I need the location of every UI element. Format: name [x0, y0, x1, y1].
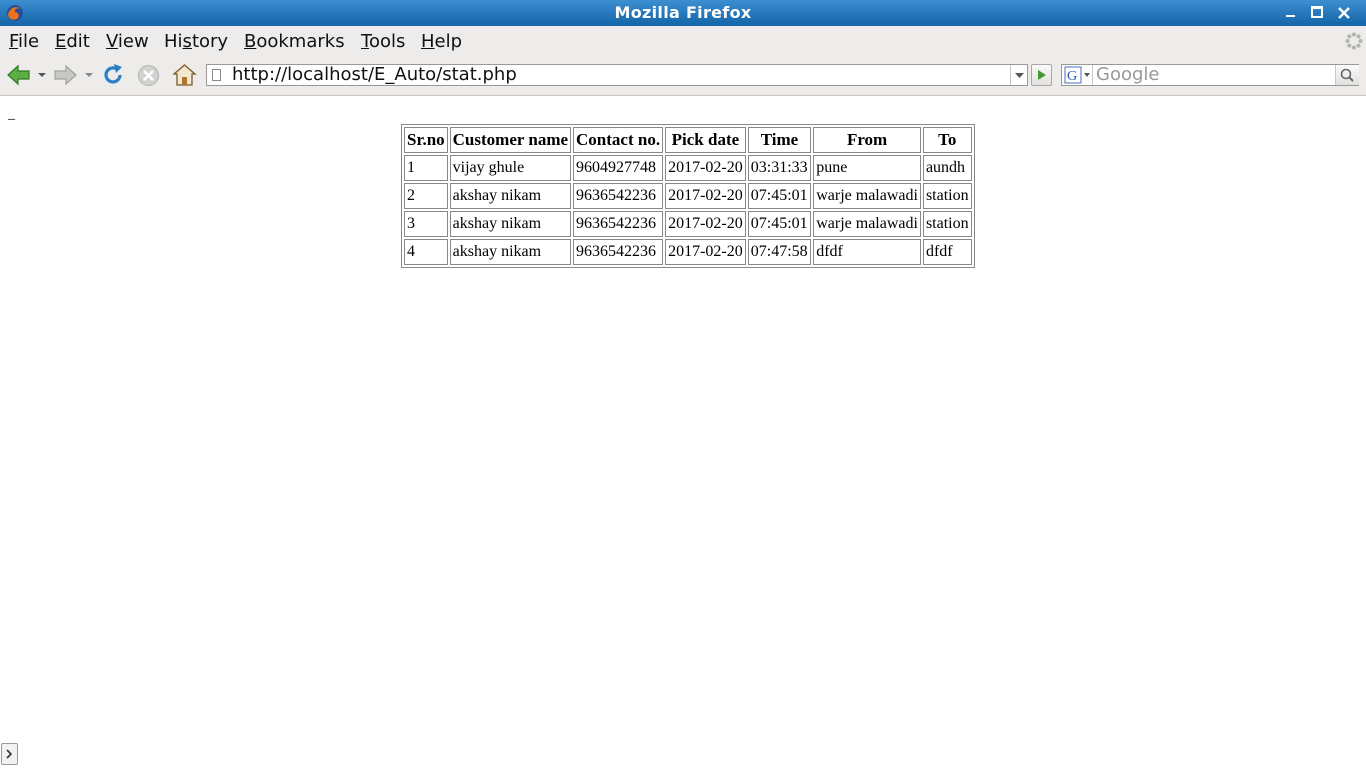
url-dropdown-button[interactable]: [1010, 65, 1028, 85]
home-icon[interactable]: [172, 63, 197, 87]
header-to: To: [922, 127, 972, 153]
cell-contact-no: 9636542236: [573, 239, 664, 265]
cell-customer-name: akshay nikam: [449, 183, 572, 209]
title-bar: Mozilla Firefox: [0, 0, 1366, 26]
cell-to: station: [922, 211, 972, 237]
cell-sr-no: 1: [404, 155, 448, 181]
svg-text:G: G: [1067, 69, 1077, 84]
menu-edit[interactable]: Edit: [55, 31, 90, 52]
cell-to: dfdf: [922, 239, 972, 265]
cell-time: 07:47:58: [747, 239, 812, 265]
menu-help[interactable]: Help: [421, 31, 462, 52]
page-icon: [212, 69, 221, 81]
forward-arrow-icon[interactable]: [52, 64, 78, 86]
menu-file[interactable]: File: [9, 31, 39, 52]
cell-sr-no: 4: [404, 239, 448, 265]
cell-from: dfdf: [813, 239, 921, 265]
cell-customer-name: vijay ghule: [449, 155, 572, 181]
cell-from: warje malawadi: [813, 183, 921, 209]
bookings-table: Sr.no Customer name Contact no. Pick dat…: [401, 124, 975, 268]
header-time: Time: [747, 127, 812, 153]
table-header-row: Sr.no Customer name Contact no. Pick dat…: [404, 127, 972, 153]
cell-to: station: [922, 183, 972, 209]
menu-history[interactable]: History: [164, 31, 228, 52]
google-engine-icon: G: [1064, 66, 1090, 84]
magnifier-icon: [1340, 68, 1354, 82]
cell-pick-date: 2017-02-20: [665, 183, 746, 209]
cell-contact-no: 9636542236: [573, 183, 664, 209]
menu-tools[interactable]: Tools: [361, 31, 405, 52]
minimize-icon: [1285, 15, 1295, 17]
search-engine-selector[interactable]: G: [1062, 65, 1093, 85]
cell-from: warje malawadi: [813, 211, 921, 237]
cell-sr-no: 2: [404, 183, 448, 209]
cell-time: 07:45:01: [747, 183, 812, 209]
menu-bar: File Edit View History Bookmarks Tools H…: [0, 26, 1366, 55]
cell-time: 03:31:33: [747, 155, 812, 181]
header-sr-no: Sr.no: [404, 127, 448, 153]
cell-pick-date: 2017-02-20: [665, 155, 746, 181]
chevron-down-icon: [1015, 73, 1024, 78]
go-arrow-icon: [1038, 70, 1046, 80]
back-arrow-icon[interactable]: [6, 64, 32, 86]
sidebar-toggle-button[interactable]: [1, 743, 18, 765]
close-icon: [1338, 7, 1350, 19]
cell-time: 07:45:01: [747, 211, 812, 237]
throbber-icon: [1345, 32, 1363, 50]
back-history-dropdown-icon[interactable]: [37, 71, 47, 79]
cell-customer-name: akshay nikam: [449, 239, 572, 265]
table-row: 1 vijay ghule 9604927748 2017-02-20 03:3…: [404, 155, 972, 181]
search-button[interactable]: [1335, 65, 1359, 85]
table-row: 3 akshay nikam 9636542236 2017-02-20 07:…: [404, 211, 972, 237]
maximize-button[interactable]: [1306, 2, 1328, 24]
reload-icon[interactable]: [101, 63, 125, 87]
cell-pick-date: 2017-02-20: [665, 239, 746, 265]
menu-view[interactable]: View: [106, 31, 149, 52]
cell-contact-no: 9636542236: [573, 211, 664, 237]
maximize-icon: [1311, 6, 1323, 18]
minimize-button[interactable]: [1279, 2, 1301, 24]
go-button[interactable]: [1031, 64, 1052, 86]
cell-contact-no: 9604927748: [573, 155, 664, 181]
table-row: 4 akshay nikam 9636542236 2017-02-20 07:…: [404, 239, 972, 265]
cell-pick-date: 2017-02-20: [665, 211, 746, 237]
menu-bookmarks[interactable]: Bookmarks: [244, 31, 345, 52]
stop-icon[interactable]: [137, 64, 160, 87]
header-from: From: [813, 127, 921, 153]
header-pick-date: Pick date: [665, 127, 746, 153]
chevron-right-icon: [6, 749, 13, 759]
table-row: 2 akshay nikam 9636542236 2017-02-20 07:…: [404, 183, 972, 209]
cell-sr-no: 3: [404, 211, 448, 237]
header-contact-no: Contact no.: [573, 127, 664, 153]
forward-history-dropdown-icon[interactable]: [84, 71, 94, 79]
cell-customer-name: akshay nikam: [449, 211, 572, 237]
cell-to: aundh: [922, 155, 972, 181]
close-button[interactable]: [1333, 2, 1355, 24]
url-text[interactable]: http://localhost/E_Auto/stat.php: [232, 64, 517, 86]
header-customer-name: Customer name: [449, 127, 572, 153]
search-input[interactable]: Google: [1096, 64, 1159, 86]
window-title: Mozilla Firefox: [614, 3, 752, 22]
cell-from: pune: [813, 155, 921, 181]
page-mark: _: [8, 107, 15, 122]
